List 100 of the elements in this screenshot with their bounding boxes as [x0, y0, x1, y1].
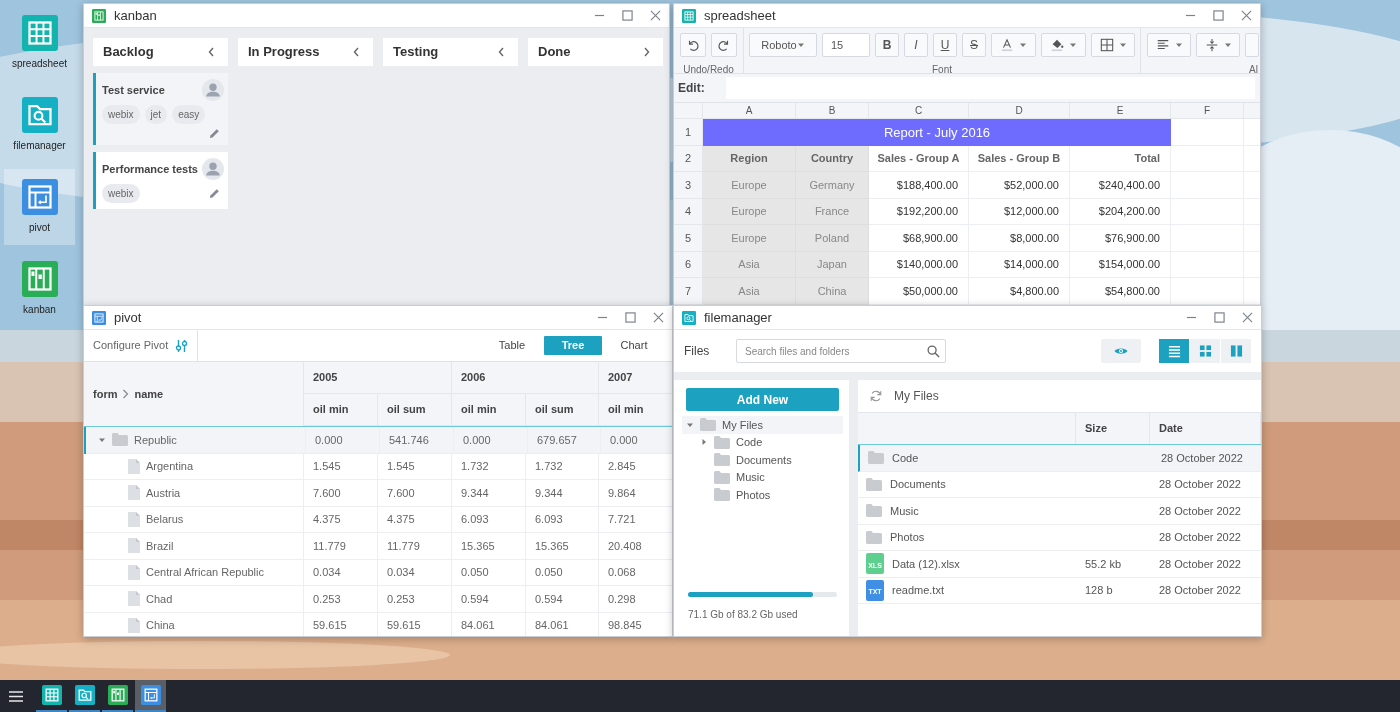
layout-icon	[21, 179, 58, 215]
corner-cell[interactable]	[674, 103, 703, 119]
table-cell[interactable]	[1171, 145, 1244, 172]
column-header[interactable]: D	[969, 103, 1070, 119]
configure-button[interactable]: Configure Pivot	[84, 330, 199, 361]
row-number[interactable]: 4	[674, 198, 703, 225]
chevron-left-icon[interactable]	[206, 46, 216, 58]
table-cell[interactable]	[1244, 225, 1260, 252]
close-icon[interactable]	[653, 312, 664, 323]
table-cell: $188,400.00	[869, 172, 969, 199]
tree-item[interactable]: Documents	[682, 451, 843, 469]
task-card[interactable]: Test service webix jet easy	[93, 73, 228, 145]
column-header[interactable]: E	[1070, 103, 1171, 119]
table-row[interactable]: China 59.615 59.615 84.061 84.061 98.845	[84, 612, 672, 636]
view-tab[interactable]: Chart	[605, 336, 663, 355]
desktop-shortcut[interactable]: kanban	[4, 251, 75, 327]
column-header[interactable]: A	[703, 103, 796, 119]
align-left-icon	[1155, 38, 1170, 52]
vertical-align-button[interactable]	[1196, 33, 1240, 57]
font-dropdown[interactable]: Roboto	[749, 33, 817, 57]
chevron-right-icon[interactable]	[641, 46, 651, 58]
table-row[interactable]: Belarus 4.375 4.375 6.093 6.093 7.721	[84, 506, 672, 533]
maximize-icon[interactable]	[1213, 10, 1224, 21]
tree-item[interactable]: Music	[682, 468, 843, 486]
table-row[interactable]: Brazil 11.779 11.779 15.365 15.365 20.408	[84, 533, 672, 560]
column-header[interactable]: Size	[1076, 413, 1150, 444]
table-row[interactable]: Austria 7.600 7.600 9.344 9.344 9.864	[84, 480, 672, 507]
table-cell: $8,000.00	[969, 225, 1070, 252]
card-title: Performance tests	[102, 161, 198, 177]
caret-icon	[1019, 41, 1027, 49]
row-number[interactable]: 3	[674, 172, 703, 199]
table-cell[interactable]	[1244, 278, 1260, 305]
desktop-shortcut[interactable]: spreadsheet	[4, 5, 75, 81]
table-cell[interactable]	[1244, 251, 1260, 278]
row-number[interactable]: 1	[674, 119, 703, 146]
chevron-left-icon[interactable]	[496, 46, 506, 58]
row-number[interactable]: 5	[674, 225, 703, 252]
folder-icon	[868, 451, 884, 465]
align-button[interactable]	[1147, 33, 1191, 57]
maximize-icon[interactable]	[625, 312, 636, 323]
tree-item[interactable]: Photos	[682, 486, 843, 504]
close-icon[interactable]	[1242, 312, 1253, 323]
table-row[interactable]: Chad 0.253 0.253 0.594 0.594 0.298	[84, 586, 672, 613]
column-header[interactable]: F	[1171, 103, 1244, 119]
undo-icon	[686, 38, 700, 52]
table-row[interactable]: Republic 0.000 541.746 0.000 679.657 0.000	[84, 427, 672, 454]
desktop-shortcut[interactable]: pivot	[4, 169, 75, 245]
edit-label: Edit:	[678, 80, 706, 97]
table-cell[interactable]	[1244, 198, 1260, 225]
redo-button[interactable]	[711, 33, 737, 57]
row-number[interactable]: 2	[674, 145, 703, 172]
table-cell[interactable]	[1171, 119, 1244, 146]
text-color-button[interactable]	[991, 33, 1036, 57]
view-tab[interactable]: Table	[483, 336, 541, 355]
table-cell[interactable]	[1244, 172, 1260, 199]
taskbar-button[interactable]	[135, 680, 166, 712]
desktop-shortcut[interactable]: filemanager	[4, 87, 75, 163]
maximize-icon[interactable]	[622, 10, 633, 21]
tag: webix	[102, 105, 140, 124]
view-toggle[interactable]	[1190, 339, 1220, 363]
preview-button[interactable]	[1101, 339, 1141, 363]
table-cell[interactable]	[1244, 119, 1260, 146]
style-button[interactable]: B	[875, 33, 899, 57]
undo-button[interactable]	[680, 33, 706, 57]
table-cell[interactable]	[1244, 145, 1260, 172]
table-cell: $140,000.00	[869, 251, 969, 278]
refresh-icon[interactable]	[870, 390, 882, 402]
search-field[interactable]: Search files and folders	[736, 339, 946, 363]
style-button[interactable]: S	[962, 33, 986, 57]
table-row[interactable]: Central African Republic 0.034 0.034 0.050 0.050 0.068	[84, 559, 672, 586]
fill-color-button[interactable]	[1041, 33, 1086, 57]
view-toggle[interactable]	[1159, 339, 1189, 363]
column-header[interactable]: Date	[1150, 413, 1261, 444]
row-number[interactable]: 7	[674, 278, 703, 305]
file-date: 28 October 2022	[1159, 477, 1241, 492]
view-toggle[interactable]	[1221, 339, 1251, 363]
font-size-field[interactable]: 15	[822, 33, 870, 57]
search-icon[interactable]	[927, 344, 940, 358]
style-button[interactable]: I	[904, 33, 928, 57]
tree-item[interactable]: Code	[682, 433, 843, 451]
table-cell[interactable]	[1171, 278, 1244, 305]
column-header[interactable]: B	[796, 103, 869, 119]
table-row[interactable]: Argentina 1.545 1.545 1.732 1.732 2.845	[84, 453, 672, 480]
file-icon	[128, 485, 140, 501]
row-number[interactable]: 6	[674, 251, 703, 278]
borders-button[interactable]	[1091, 33, 1135, 57]
task-card[interactable]: Performance tests webix	[93, 152, 228, 209]
file-icon	[128, 511, 140, 527]
column-header[interactable]: C	[869, 103, 969, 119]
chevron-left-icon[interactable]	[351, 46, 361, 58]
tree-item[interactable]: My Files	[682, 416, 843, 434]
close-icon[interactable]	[650, 10, 661, 21]
close-icon[interactable]	[1241, 10, 1252, 21]
style-button[interactable]: U	[933, 33, 957, 57]
column-header: 2005	[304, 362, 452, 394]
tree-label: Republic	[134, 432, 177, 448]
maximize-icon[interactable]	[1214, 312, 1225, 323]
file-row[interactable]: Code 28 October 2022	[858, 445, 1261, 472]
pencil-icon[interactable]	[209, 128, 220, 139]
table-cell: China	[796, 278, 869, 305]
